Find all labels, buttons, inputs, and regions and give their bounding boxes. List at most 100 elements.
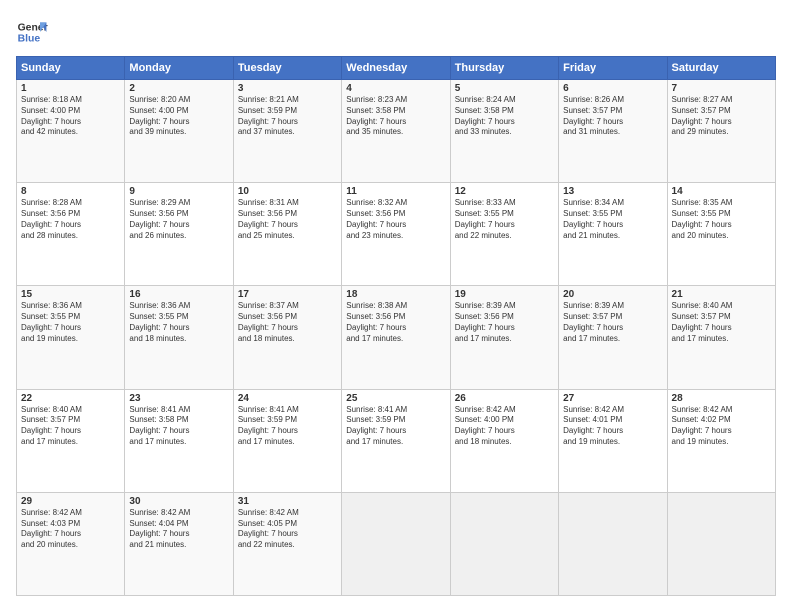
day-info: Sunrise: 8:28 AM Sunset: 3:56 PM Dayligh… — [21, 198, 120, 241]
day-number: 2 — [129, 83, 228, 94]
svg-text:Blue: Blue — [18, 34, 41, 45]
day-info: Sunrise: 8:39 AM Sunset: 3:56 PM Dayligh… — [455, 301, 554, 344]
calendar-cell: 14Sunrise: 8:35 AM Sunset: 3:55 PM Dayli… — [667, 183, 775, 286]
calendar-cell: 10Sunrise: 8:31 AM Sunset: 3:56 PM Dayli… — [233, 183, 341, 286]
day-info: Sunrise: 8:33 AM Sunset: 3:55 PM Dayligh… — [455, 198, 554, 241]
day-number: 5 — [455, 83, 554, 94]
day-info: Sunrise: 8:41 AM Sunset: 3:59 PM Dayligh… — [238, 405, 337, 448]
calendar-cell: 27Sunrise: 8:42 AM Sunset: 4:01 PM Dayli… — [559, 389, 667, 492]
calendar-cell: 28Sunrise: 8:42 AM Sunset: 4:02 PM Dayli… — [667, 389, 775, 492]
day-number: 26 — [455, 393, 554, 404]
calendar-cell: 20Sunrise: 8:39 AM Sunset: 3:57 PM Dayli… — [559, 286, 667, 389]
calendar-cell: 24Sunrise: 8:41 AM Sunset: 3:59 PM Dayli… — [233, 389, 341, 492]
day-number: 29 — [21, 496, 120, 507]
day-info: Sunrise: 8:41 AM Sunset: 3:59 PM Dayligh… — [346, 405, 445, 448]
day-number: 11 — [346, 186, 445, 197]
day-number: 23 — [129, 393, 228, 404]
day-info: Sunrise: 8:20 AM Sunset: 4:00 PM Dayligh… — [129, 95, 228, 138]
calendar-cell: 4Sunrise: 8:23 AM Sunset: 3:58 PM Daylig… — [342, 80, 450, 183]
calendar-cell: 3Sunrise: 8:21 AM Sunset: 3:59 PM Daylig… — [233, 80, 341, 183]
logo: General Blue — [16, 16, 48, 48]
calendar-cell: 5Sunrise: 8:24 AM Sunset: 3:58 PM Daylig… — [450, 80, 558, 183]
day-number: 16 — [129, 289, 228, 300]
week-row-1: 1Sunrise: 8:18 AM Sunset: 4:00 PM Daylig… — [17, 80, 776, 183]
calendar-cell — [667, 492, 775, 595]
page: General Blue SundayMondayTuesdayWednesda… — [0, 0, 792, 612]
day-number: 10 — [238, 186, 337, 197]
calendar-cell — [559, 492, 667, 595]
day-number: 18 — [346, 289, 445, 300]
day-number: 20 — [563, 289, 662, 300]
day-info: Sunrise: 8:26 AM Sunset: 3:57 PM Dayligh… — [563, 95, 662, 138]
week-row-2: 8Sunrise: 8:28 AM Sunset: 3:56 PM Daylig… — [17, 183, 776, 286]
day-info: Sunrise: 8:42 AM Sunset: 4:02 PM Dayligh… — [672, 405, 771, 448]
day-info: Sunrise: 8:36 AM Sunset: 3:55 PM Dayligh… — [21, 301, 120, 344]
calendar-cell: 7Sunrise: 8:27 AM Sunset: 3:57 PM Daylig… — [667, 80, 775, 183]
day-info: Sunrise: 8:42 AM Sunset: 4:01 PM Dayligh… — [563, 405, 662, 448]
day-number: 22 — [21, 393, 120, 404]
day-info: Sunrise: 8:24 AM Sunset: 3:58 PM Dayligh… — [455, 95, 554, 138]
calendar-cell: 15Sunrise: 8:36 AM Sunset: 3:55 PM Dayli… — [17, 286, 125, 389]
day-number: 1 — [21, 83, 120, 94]
day-info: Sunrise: 8:31 AM Sunset: 3:56 PM Dayligh… — [238, 198, 337, 241]
calendar-cell: 17Sunrise: 8:37 AM Sunset: 3:56 PM Dayli… — [233, 286, 341, 389]
day-info: Sunrise: 8:40 AM Sunset: 3:57 PM Dayligh… — [21, 405, 120, 448]
calendar-cell: 29Sunrise: 8:42 AM Sunset: 4:03 PM Dayli… — [17, 492, 125, 595]
calendar-cell: 21Sunrise: 8:40 AM Sunset: 3:57 PM Dayli… — [667, 286, 775, 389]
day-info: Sunrise: 8:37 AM Sunset: 3:56 PM Dayligh… — [238, 301, 337, 344]
day-number: 28 — [672, 393, 771, 404]
day-header-tuesday: Tuesday — [233, 57, 341, 80]
calendar-cell: 31Sunrise: 8:42 AM Sunset: 4:05 PM Dayli… — [233, 492, 341, 595]
day-number: 6 — [563, 83, 662, 94]
day-number: 25 — [346, 393, 445, 404]
day-info: Sunrise: 8:18 AM Sunset: 4:00 PM Dayligh… — [21, 95, 120, 138]
day-number: 9 — [129, 186, 228, 197]
day-number: 8 — [21, 186, 120, 197]
week-row-3: 15Sunrise: 8:36 AM Sunset: 3:55 PM Dayli… — [17, 286, 776, 389]
day-info: Sunrise: 8:36 AM Sunset: 3:55 PM Dayligh… — [129, 301, 228, 344]
day-info: Sunrise: 8:23 AM Sunset: 3:58 PM Dayligh… — [346, 95, 445, 138]
general-blue-logo-icon: General Blue — [16, 16, 48, 48]
day-info: Sunrise: 8:42 AM Sunset: 4:05 PM Dayligh… — [238, 508, 337, 551]
day-number: 13 — [563, 186, 662, 197]
day-info: Sunrise: 8:32 AM Sunset: 3:56 PM Dayligh… — [346, 198, 445, 241]
calendar-cell: 25Sunrise: 8:41 AM Sunset: 3:59 PM Dayli… — [342, 389, 450, 492]
calendar-cell: 6Sunrise: 8:26 AM Sunset: 3:57 PM Daylig… — [559, 80, 667, 183]
calendar-cell: 26Sunrise: 8:42 AM Sunset: 4:00 PM Dayli… — [450, 389, 558, 492]
calendar-cell: 16Sunrise: 8:36 AM Sunset: 3:55 PM Dayli… — [125, 286, 233, 389]
calendar-cell: 19Sunrise: 8:39 AM Sunset: 3:56 PM Dayli… — [450, 286, 558, 389]
day-number: 21 — [672, 289, 771, 300]
calendar-cell: 18Sunrise: 8:38 AM Sunset: 3:56 PM Dayli… — [342, 286, 450, 389]
day-number: 17 — [238, 289, 337, 300]
calendar-cell: 13Sunrise: 8:34 AM Sunset: 3:55 PM Dayli… — [559, 183, 667, 286]
day-info: Sunrise: 8:42 AM Sunset: 4:04 PM Dayligh… — [129, 508, 228, 551]
day-number: 27 — [563, 393, 662, 404]
calendar-header-row: SundayMondayTuesdayWednesdayThursdayFrid… — [17, 57, 776, 80]
calendar-cell: 12Sunrise: 8:33 AM Sunset: 3:55 PM Dayli… — [450, 183, 558, 286]
day-info: Sunrise: 8:41 AM Sunset: 3:58 PM Dayligh… — [129, 405, 228, 448]
day-info: Sunrise: 8:42 AM Sunset: 4:00 PM Dayligh… — [455, 405, 554, 448]
day-header-friday: Friday — [559, 57, 667, 80]
day-number: 3 — [238, 83, 337, 94]
day-info: Sunrise: 8:27 AM Sunset: 3:57 PM Dayligh… — [672, 95, 771, 138]
day-number: 14 — [672, 186, 771, 197]
calendar-cell — [450, 492, 558, 595]
day-info: Sunrise: 8:42 AM Sunset: 4:03 PM Dayligh… — [21, 508, 120, 551]
calendar-cell — [342, 492, 450, 595]
day-number: 31 — [238, 496, 337, 507]
day-header-saturday: Saturday — [667, 57, 775, 80]
day-header-wednesday: Wednesday — [342, 57, 450, 80]
day-number: 4 — [346, 83, 445, 94]
day-number: 7 — [672, 83, 771, 94]
calendar-table: SundayMondayTuesdayWednesdayThursdayFrid… — [16, 56, 776, 596]
day-number: 24 — [238, 393, 337, 404]
day-header-thursday: Thursday — [450, 57, 558, 80]
calendar-cell: 1Sunrise: 8:18 AM Sunset: 4:00 PM Daylig… — [17, 80, 125, 183]
day-info: Sunrise: 8:38 AM Sunset: 3:56 PM Dayligh… — [346, 301, 445, 344]
calendar-cell: 22Sunrise: 8:40 AM Sunset: 3:57 PM Dayli… — [17, 389, 125, 492]
day-number: 19 — [455, 289, 554, 300]
day-info: Sunrise: 8:34 AM Sunset: 3:55 PM Dayligh… — [563, 198, 662, 241]
calendar-cell: 23Sunrise: 8:41 AM Sunset: 3:58 PM Dayli… — [125, 389, 233, 492]
week-row-4: 22Sunrise: 8:40 AM Sunset: 3:57 PM Dayli… — [17, 389, 776, 492]
day-header-sunday: Sunday — [17, 57, 125, 80]
